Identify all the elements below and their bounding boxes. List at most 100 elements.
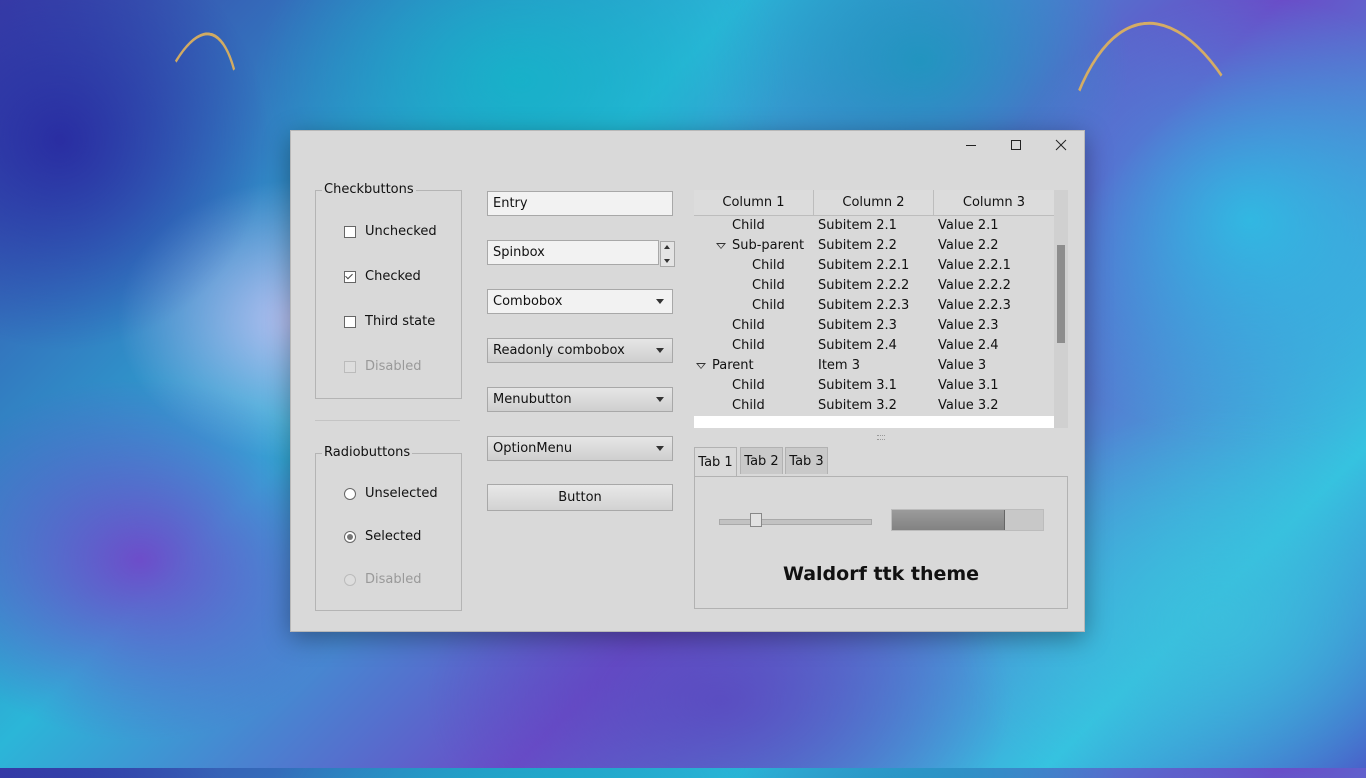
tree-cell: Subitem 3.1 (818, 378, 897, 393)
button[interactable]: Button (487, 484, 673, 511)
radio-selected-label: Selected (365, 529, 422, 544)
tree-cell: Subitem 2.3 (818, 318, 897, 333)
tree-cell: Sub-parent (732, 238, 805, 253)
checkbuttons-title: Checkbuttons (322, 182, 416, 197)
tree-cell: Subitem 2.2 (818, 238, 897, 253)
tree-cell: Child (752, 258, 785, 273)
scale-handle[interactable] (749, 513, 762, 527)
tree-cell: Child (732, 338, 765, 353)
tree-row[interactable]: Child Subitem 3.2 Value 3.2 (694, 396, 1054, 416)
check-unchecked[interactable]: Unchecked (344, 224, 437, 239)
tree-row[interactable]: Child Subitem 2.2.3 Value 2.2.3 (694, 296, 1054, 316)
tree-row[interactable]: Child Subitem 2.1 Value 2.1 (694, 216, 1054, 236)
entry-text: Entry (493, 196, 528, 211)
tab-1[interactable]: Tab 1 (694, 447, 737, 476)
minimize-icon (966, 145, 976, 146)
tree-cell: Value 2.2.3 (938, 298, 1011, 313)
tree-cell: Item 3 (818, 358, 860, 373)
radio-selected[interactable]: Selected (344, 529, 421, 544)
tree-cell: Subitem 2.2.2 (818, 278, 910, 293)
spin-down-icon[interactable] (664, 259, 670, 263)
app-window: Checkbuttons Unchecked Checked Third sta… (290, 130, 1085, 632)
treeview[interactable]: Column 1 Column 2 Column 3 Child Subitem… (694, 190, 1054, 428)
scale-trough[interactable] (719, 519, 872, 525)
chevron-down-icon (656, 348, 664, 353)
tree-cell: Value 2.3 (938, 318, 999, 333)
radiobuttons-title: Radiobuttons (322, 445, 413, 460)
maximize-button[interactable] (994, 131, 1038, 159)
expand-triangle-icon[interactable] (696, 363, 706, 369)
checkbox-unchecked-icon (344, 225, 356, 238)
tree-row[interactable]: Child Subitem 2.3 Value 2.3 (694, 316, 1054, 336)
tree-cell: Child (732, 218, 765, 233)
menubutton-text: Menubutton (493, 392, 572, 407)
radio-unselected[interactable]: Unselected (344, 486, 438, 501)
tree-cell: Value 2.4 (938, 338, 999, 353)
column-header-3[interactable]: Column 3 (934, 190, 1054, 215)
spinbox-field[interactable]: Spinbox (487, 240, 659, 265)
button-label: Button (558, 490, 602, 505)
radio-disabled: Disabled (344, 572, 421, 587)
spinbox-arrows[interactable] (660, 241, 675, 267)
sash-grip-icon[interactable] (877, 435, 885, 440)
radio-disabled-label: Disabled (365, 572, 422, 587)
tree-row[interactable]: Child Subitem 3.1 Value 3.1 (694, 376, 1054, 396)
column-header-1[interactable]: Column 1 (694, 190, 814, 215)
checkbox-checked-icon (344, 270, 356, 283)
readonly-combobox-text: Readonly combobox (493, 343, 625, 358)
wallpaper-vein (74, 23, 272, 563)
tree-body: Child Subitem 2.1 Value 2.1 Sub-parent S… (694, 216, 1054, 416)
tree-cell: Subitem 2.4 (818, 338, 897, 353)
optionmenu[interactable]: OptionMenu (487, 436, 673, 461)
tree-cell: Value 2.1 (938, 218, 999, 233)
tree-cell: Value 3.1 (938, 378, 999, 393)
check-third-state[interactable]: Third state (344, 314, 435, 329)
radio-unselected-icon (344, 487, 356, 500)
tree-cell: Value 3 (938, 358, 987, 373)
tab-3[interactable]: Tab 3 (785, 447, 828, 474)
tree-scrollbar[interactable] (1054, 190, 1068, 428)
tree-cell: Subitem 2.2.3 (818, 298, 910, 313)
check-checked[interactable]: Checked (344, 269, 421, 284)
tree-cell: Subitem 3.2 (818, 398, 897, 413)
checkbox-disabled-icon (344, 360, 356, 373)
spinbox-text: Spinbox (493, 245, 545, 260)
scrollbar-thumb[interactable] (1057, 245, 1065, 343)
radio-unselected-label: Unselected (365, 486, 438, 501)
tree-cell: Value 2.2.1 (938, 258, 1011, 273)
check-disabled-label: Disabled (365, 359, 422, 374)
tree-cell: Value 2.2.2 (938, 278, 1011, 293)
chevron-down-icon[interactable] (656, 299, 664, 304)
chevron-down-icon (656, 397, 664, 402)
combobox-field[interactable]: Combobox (487, 289, 673, 314)
minimize-button[interactable] (949, 131, 993, 159)
tab-pane: Waldorf ttk theme (694, 476, 1068, 609)
close-button[interactable] (1039, 131, 1083, 159)
theme-title: Waldorf ttk theme (782, 563, 980, 585)
tree-cell: Child (732, 378, 765, 393)
tree-row[interactable]: Parent Item 3 Value 3 (694, 356, 1054, 376)
tree-row[interactable]: Sub-parent Subitem 2.2 Value 2.2 (694, 236, 1054, 256)
entry-field[interactable]: Entry (487, 191, 673, 216)
column-header-label: Column 1 (722, 195, 785, 210)
column-header-2[interactable]: Column 2 (814, 190, 934, 215)
tab-label: Tab 1 (698, 454, 733, 470)
combobox-text: Combobox (493, 294, 563, 309)
tree-row[interactable]: Child Subitem 2.2.1 Value 2.2.1 (694, 256, 1054, 276)
separator (315, 420, 460, 421)
column-header-label: Column 3 (962, 195, 1026, 210)
expand-triangle-icon[interactable] (716, 243, 726, 249)
tree-cell: Child (732, 318, 765, 333)
spin-up-icon[interactable] (664, 245, 670, 249)
tree-row[interactable]: Child Subitem 2.4 Value 2.4 (694, 336, 1054, 356)
tree-cell: Parent (712, 358, 754, 373)
check-unchecked-label: Unchecked (365, 224, 437, 239)
maximize-icon (1011, 140, 1021, 150)
radio-selected-icon (344, 530, 356, 543)
readonly-combobox[interactable]: Readonly combobox (487, 338, 673, 363)
check-third-state-label: Third state (365, 314, 436, 329)
tree-row[interactable]: Child Subitem 2.2.2 Value 2.2.2 (694, 276, 1054, 296)
tab-2[interactable]: Tab 2 (740, 447, 783, 474)
progressbar-fill (892, 510, 1005, 530)
menubutton[interactable]: Menubutton (487, 387, 673, 412)
